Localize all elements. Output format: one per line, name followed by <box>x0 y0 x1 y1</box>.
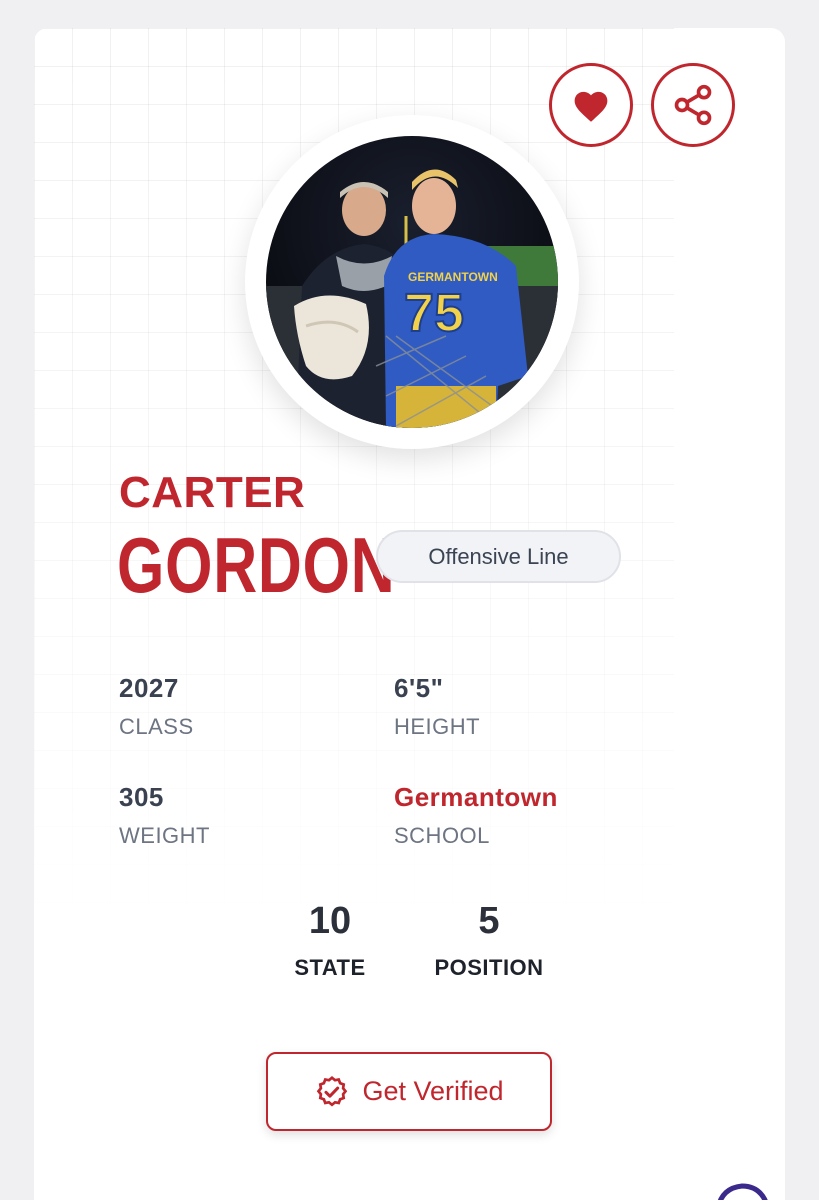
svg-text:75: 75 <box>404 283 464 343</box>
rank-state: 10 STATE <box>280 900 380 981</box>
stat-weight-label: WEIGHT <box>119 823 210 848</box>
stat-school-value[interactable]: Germantown <box>394 782 558 813</box>
rank-position-label: POSITION <box>434 955 544 980</box>
get-verified-label: Get Verified <box>362 1076 504 1106</box>
player-last-name: GORDON <box>117 521 396 609</box>
favorite-button[interactable] <box>549 63 633 147</box>
stat-class-value: 2027 <box>119 673 179 703</box>
stat-school: Germantown SCHOOL <box>394 782 558 849</box>
svg-text:GERMANTOWN: GERMANTOWN <box>408 270 498 284</box>
stat-height-label: HEIGHT <box>394 714 481 739</box>
player-card: 75 GERMANTOWN CARTER GORDON Offensive Li… <box>34 28 785 1200</box>
avatar: 75 GERMANTOWN <box>266 136 558 428</box>
player-photo: 75 GERMANTOWN <box>266 136 558 428</box>
rank-state-value: 10 <box>308 900 352 942</box>
stat-weight: 305 WEIGHT <box>119 782 210 849</box>
stat-class-label: CLASS <box>119 714 194 739</box>
get-verified-button[interactable]: Get Verified <box>266 1052 552 1131</box>
verified-badge-icon <box>317 1075 348 1106</box>
stat-weight-value: 305 <box>119 782 164 812</box>
stat-class: 2027 CLASS <box>119 673 194 740</box>
stat-height: 6'5" HEIGHT <box>394 673 480 740</box>
player-first-name: CARTER <box>119 468 306 517</box>
rank-position-value: 5 <box>478 900 500 942</box>
stat-school-label: SCHOOL <box>394 823 490 848</box>
rank-position: 5 POSITION <box>419 900 559 981</box>
share-icon <box>674 84 712 126</box>
help-chat-icon[interactable] <box>712 1178 772 1200</box>
heart-icon <box>574 91 608 122</box>
share-button[interactable] <box>651 63 735 147</box>
rank-state-label: STATE <box>294 955 366 980</box>
avatar-frame: 75 GERMANTOWN <box>245 115 579 449</box>
stat-height-value: 6'5" <box>394 673 444 703</box>
position-badge: Offensive Line <box>376 530 621 583</box>
